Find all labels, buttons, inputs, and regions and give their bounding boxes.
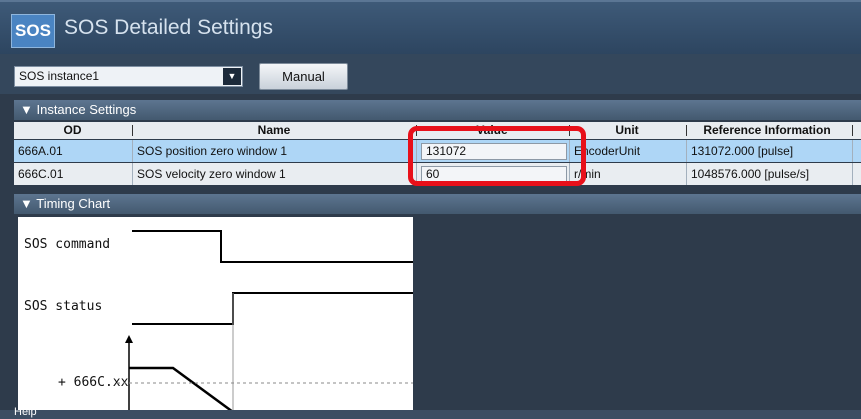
unit-cell: r/min xyxy=(570,163,687,185)
column-header-reference[interactable]: Reference Information xyxy=(687,122,847,139)
column-header-od[interactable]: OD xyxy=(14,122,131,139)
timing-waveforms xyxy=(117,230,413,412)
y-axis-arrow-icon xyxy=(125,335,133,343)
sos-logo-icon: SOS xyxy=(11,14,55,48)
column-header-unit[interactable]: Unit xyxy=(570,122,684,139)
od-cell: 666A.01 xyxy=(14,140,133,162)
instance-select[interactable]: SOS instance1 ▼ xyxy=(14,66,243,87)
column-divider xyxy=(852,125,853,136)
name-cell: SOS velocity zero window 1 xyxy=(133,163,417,185)
timing-chart: SOS command SOS status + 666C.xx xyxy=(18,217,413,412)
title-bar: SOS SOS Detailed Settings xyxy=(0,0,861,54)
reference-cell: 1048576.000 [pulse/s] xyxy=(687,163,853,185)
od-cell: 666C.01 xyxy=(14,163,133,185)
unit-cell: EncoderUnit xyxy=(570,140,687,162)
sos-command-signal xyxy=(132,230,413,263)
help-header[interactable]: Help xyxy=(14,406,37,419)
highlight-annotation xyxy=(408,126,586,186)
sos-status-signal xyxy=(132,292,413,325)
help-bar[interactable] xyxy=(0,410,861,419)
page-title: SOS Detailed Settings xyxy=(64,16,273,39)
velocity-curve xyxy=(129,366,234,412)
instance-settings-header[interactable]: ▼ Instance Settings xyxy=(14,100,861,120)
name-cell: SOS position zero window 1 xyxy=(133,140,417,162)
reference-cell: 131072.000 [pulse] xyxy=(687,140,853,162)
manual-button[interactable]: Manual xyxy=(259,63,348,90)
instance-select-value: SOS instance1 xyxy=(19,69,100,83)
timing-chart-header[interactable]: ▼ Timing Chart xyxy=(14,194,861,214)
chevron-down-icon[interactable]: ▼ xyxy=(223,68,241,85)
column-header-name[interactable]: Name xyxy=(133,122,415,139)
